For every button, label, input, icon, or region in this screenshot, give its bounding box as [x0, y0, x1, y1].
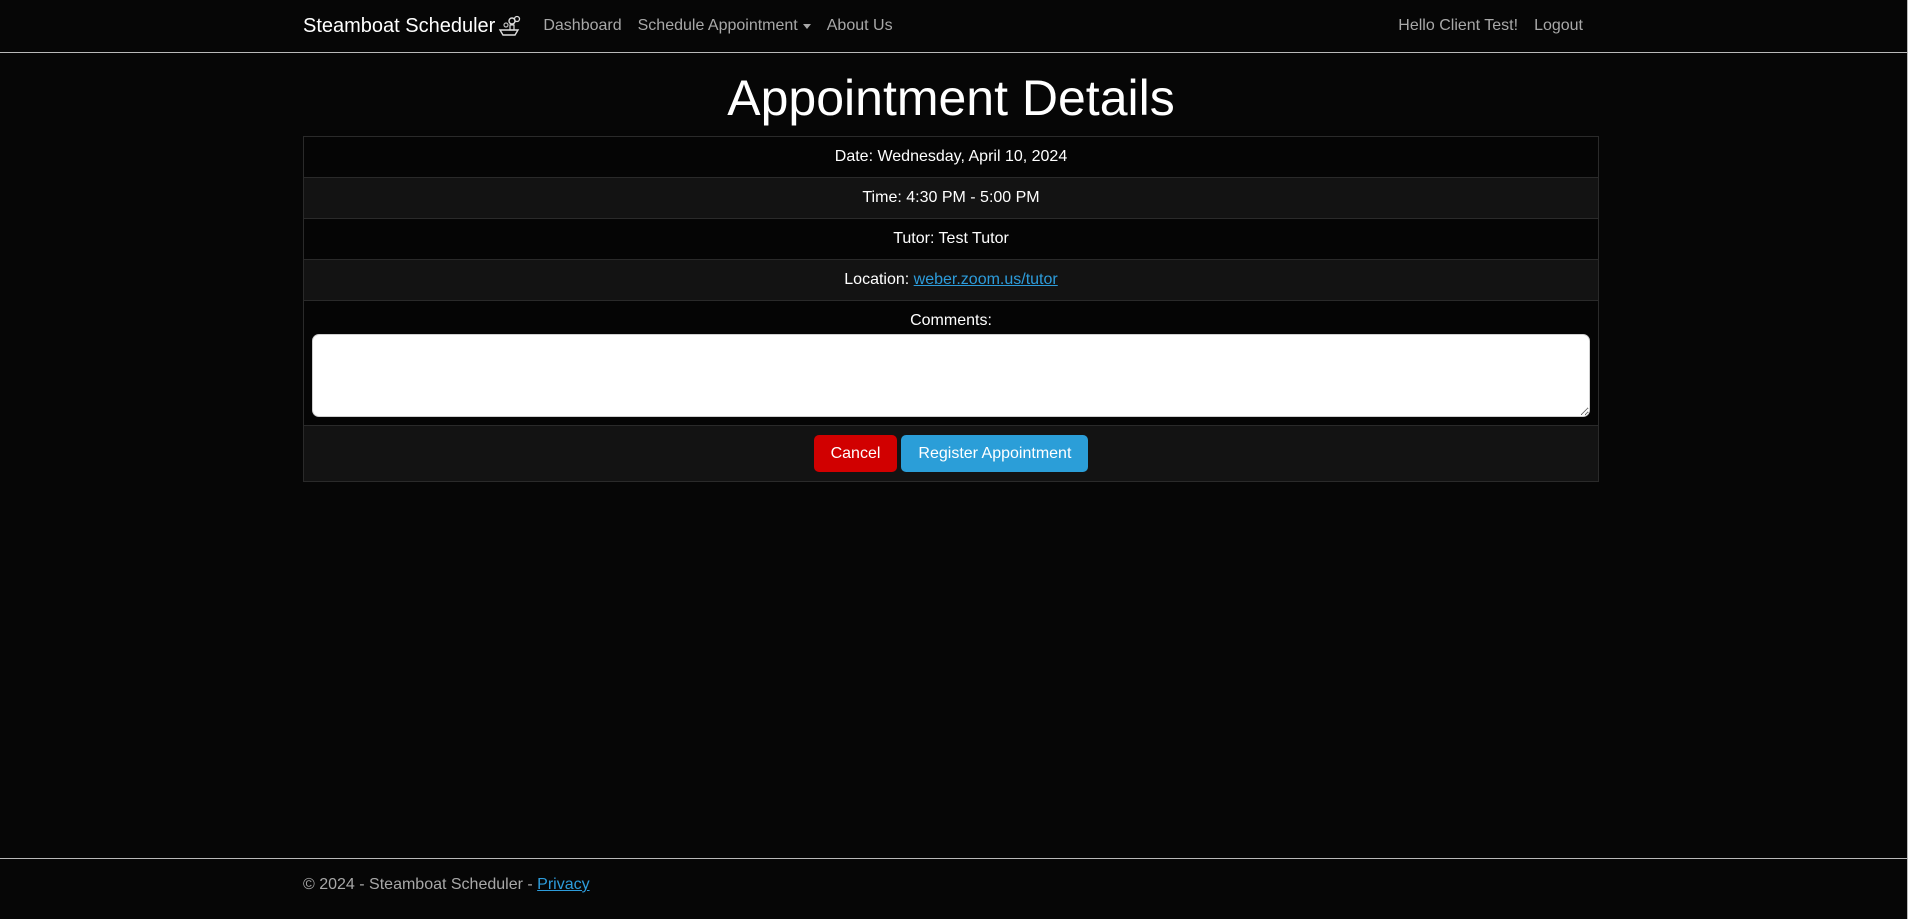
brand-link[interactable]: Steamboat Scheduler [303, 15, 521, 38]
nav-schedule-label: Schedule Appointment [637, 17, 798, 34]
user-greeting-link[interactable]: Hello Client Test! [1398, 17, 1518, 35]
comments-textarea[interactable] [312, 334, 1590, 417]
tutor-value: Test Tutor [938, 230, 1009, 247]
nav-schedule-appointment-dropdown[interactable]: Schedule Appointment [638, 17, 811, 35]
navbar-container: Steamboat Scheduler Dashboard Schedule A… [303, 0, 1591, 52]
footer-text: © 2024 - Steamboat Scheduler - [303, 876, 538, 893]
date-row: Date: Wednesday, April 10, 2024 [304, 137, 1598, 178]
logout-link[interactable]: Logout [1534, 17, 1583, 35]
location-label: Location: [844, 271, 910, 288]
register-appointment-button[interactable]: Register Appointment [901, 435, 1089, 472]
date-value: Wednesday, April 10, 2024 [877, 148, 1068, 165]
time-value: 4:30 PM - 5:00 PM [906, 189, 1040, 206]
location-row: Location: weber.zoom.us/tutor [304, 260, 1598, 301]
date-label: Date: [834, 148, 874, 165]
time-row: Time: 4:30 PM - 5:00 PM [304, 178, 1598, 219]
footer-text-container: © 2024 - Steamboat Scheduler - Privacy [303, 876, 590, 894]
brand-name: Steamboat Scheduler [303, 14, 496, 37]
footer: © 2024 - Steamboat Scheduler - Privacy [0, 858, 1908, 919]
comments-row: Comments: [304, 301, 1598, 426]
steamboat-icon [499, 15, 521, 36]
time-label: Time: [862, 189, 902, 206]
caret-down-icon [802, 23, 811, 29]
privacy-link[interactable]: Privacy [537, 876, 589, 893]
nav-dashboard[interactable]: Dashboard [543, 17, 621, 35]
cancel-button[interactable]: Cancel [813, 435, 898, 472]
comments-label: Comments: [910, 312, 992, 329]
top-navbar: Steamboat Scheduler Dashboard Schedule A… [0, 0, 1908, 53]
tutor-row: Tutor: Test Tutor [304, 219, 1598, 260]
page-title: Appointment Details [727, 70, 1175, 126]
tutor-label: Tutor: [893, 230, 935, 247]
navbar-user-area: Hello Client Test! Logout [1398, 17, 1591, 35]
location-link[interactable]: weber.zoom.us/tutor [914, 271, 1058, 288]
nav-about-us[interactable]: About Us [827, 17, 893, 35]
actions-row: Cancel Register Appointment [304, 426, 1598, 481]
appointment-details-table: Date: Wednesday, April 10, 2024 Time: 4:… [303, 136, 1599, 482]
